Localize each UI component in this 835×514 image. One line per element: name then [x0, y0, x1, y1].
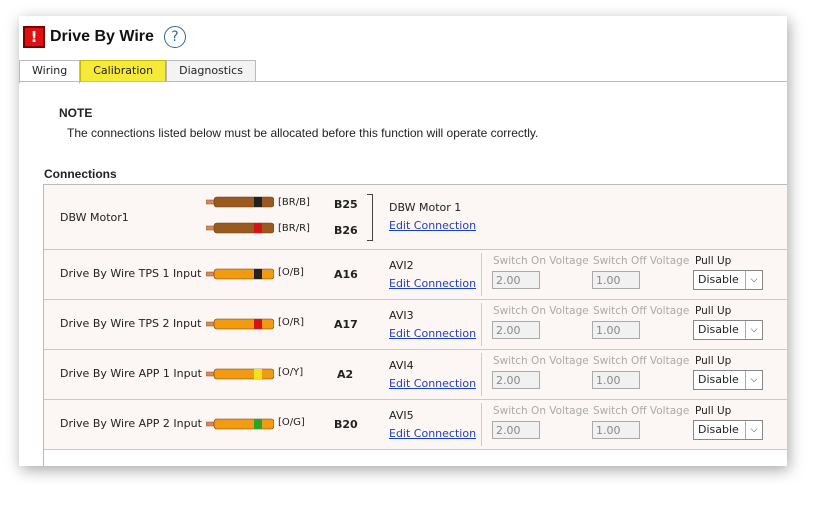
wire-code: [O/R] [278, 317, 304, 328]
tab-bar: Wiring Calibration Diagnostics [19, 60, 256, 84]
row-label: Drive By Wire APP 1 Input [60, 367, 202, 380]
wire-icon [206, 318, 274, 330]
connection-row-tps-1: Drive By Wire TPS 1 Input [O/B] A16 AVI2… [44, 250, 787, 300]
pull-up-label: Pull Up [695, 305, 732, 317]
connection-row-dbw-motor: DBW Motor1 [BR/B] B25 [BR/R] B26 DBW Mot… [44, 185, 787, 250]
column-separator [481, 353, 482, 396]
wire-code: [O/B] [278, 267, 304, 278]
column-separator [481, 403, 482, 446]
pull-up-label: Pull Up [695, 405, 732, 417]
row-label: Drive By Wire APP 2 Input [60, 417, 202, 430]
page-title: Drive By Wire [50, 28, 154, 45]
note-title: NOTE [59, 106, 93, 120]
function-name: DBW Motor 1 [389, 201, 462, 214]
connections-title: Connections [44, 167, 117, 181]
wire-icon [206, 368, 274, 380]
row-label: Drive By Wire TPS 2 Input [60, 317, 202, 330]
column-separator [481, 253, 482, 296]
note-text: The connections listed below must be all… [67, 126, 539, 140]
pin-label: A16 [334, 268, 358, 281]
switch-on-input[interactable]: 2.00 [492, 421, 540, 439]
wire-icon [206, 196, 274, 208]
edit-connection-link[interactable]: Edit Connection [389, 377, 476, 390]
alert-icon: ! [23, 26, 45, 48]
edit-connection-link[interactable]: Edit Connection [389, 219, 476, 232]
pull-up-label: Pull Up [695, 255, 732, 267]
wire-code: [O/Y] [278, 367, 304, 378]
pin-label: B26 [334, 224, 358, 237]
wire-icon [206, 222, 274, 234]
switch-on-label: Switch On Voltage [493, 355, 589, 367]
pin-label: A17 [334, 318, 358, 331]
switch-off-label: Switch Off Voltage [593, 255, 690, 267]
connection-row-app-1: Drive By Wire APP 1 Input [O/Y] A2 AVI4 … [44, 350, 787, 400]
chevron-down-icon[interactable]: ⌵ [745, 421, 762, 439]
function-name: AVI4 [389, 359, 414, 372]
row-label: DBW Motor1 [60, 211, 129, 224]
pin-label: B20 [334, 418, 358, 431]
pull-up-select[interactable]: Disable ⌵ [693, 370, 763, 390]
pin-bracket [367, 194, 373, 241]
tab-divider [19, 81, 787, 82]
switch-on-input[interactable]: 2.00 [492, 371, 540, 389]
switch-on-label: Switch On Voltage [493, 405, 589, 417]
chevron-down-icon[interactable]: ⌵ [745, 271, 762, 289]
tab-calibration[interactable]: Calibration [80, 60, 167, 81]
help-icon[interactable]: ? [163, 26, 186, 48]
pull-up-select[interactable]: Disable ⌵ [693, 270, 763, 290]
switch-off-input[interactable]: 1.00 [592, 321, 640, 339]
switch-on-label: Switch On Voltage [493, 305, 589, 317]
pull-up-value: Disable [698, 423, 739, 436]
switch-off-label: Switch Off Voltage [593, 305, 690, 317]
pull-up-value: Disable [698, 273, 739, 286]
switch-off-input[interactable]: 1.00 [592, 271, 640, 289]
function-name: AVI2 [389, 259, 414, 272]
connection-row-app-2: Drive By Wire APP 2 Input [O/G] B20 AVI5… [44, 400, 787, 450]
pull-up-select[interactable]: Disable ⌵ [693, 420, 763, 440]
switch-off-label: Switch Off Voltage [593, 405, 690, 417]
function-name: AVI3 [389, 309, 414, 322]
chevron-down-icon[interactable]: ⌵ [745, 371, 762, 389]
title-row: ! Drive By Wire ? [23, 25, 186, 49]
pull-up-value: Disable [698, 373, 739, 386]
column-separator [481, 303, 482, 346]
switch-off-label: Switch Off Voltage [593, 355, 690, 367]
switch-off-input[interactable]: 1.00 [592, 371, 640, 389]
switch-on-input[interactable]: 2.00 [492, 321, 540, 339]
pull-up-select[interactable]: Disable ⌵ [693, 320, 763, 340]
connection-row-tps-2: Drive By Wire TPS 2 Input [O/R] A17 AVI3… [44, 300, 787, 350]
switch-off-input[interactable]: 1.00 [592, 421, 640, 439]
switch-on-input[interactable]: 2.00 [492, 271, 540, 289]
wire-code: [O/G] [278, 417, 305, 428]
edit-connection-link[interactable]: Edit Connection [389, 327, 476, 340]
wire-icon [206, 268, 274, 280]
function-name: AVI5 [389, 409, 414, 422]
edit-connection-link[interactable]: Edit Connection [389, 427, 476, 440]
chevron-down-icon[interactable]: ⌵ [745, 321, 762, 339]
wire-icon [206, 418, 274, 430]
edit-connection-link[interactable]: Edit Connection [389, 277, 476, 290]
row-label: Drive By Wire TPS 1 Input [60, 267, 202, 280]
pull-up-value: Disable [698, 323, 739, 336]
pin-label: A2 [337, 368, 354, 381]
wire-code: [BR/B] [278, 197, 310, 208]
tab-diagnostics[interactable]: Diagnostics [166, 60, 256, 81]
wire-code: [BR/R] [278, 223, 310, 234]
pull-up-label: Pull Up [695, 355, 732, 367]
pin-label: B25 [334, 198, 358, 211]
drive-by-wire-panel: ! Drive By Wire ? Wiring Calibration Dia… [19, 16, 787, 466]
connections-table: DBW Motor1 [BR/B] B25 [BR/R] B26 DBW Mot… [43, 184, 787, 466]
switch-on-label: Switch On Voltage [493, 255, 589, 267]
